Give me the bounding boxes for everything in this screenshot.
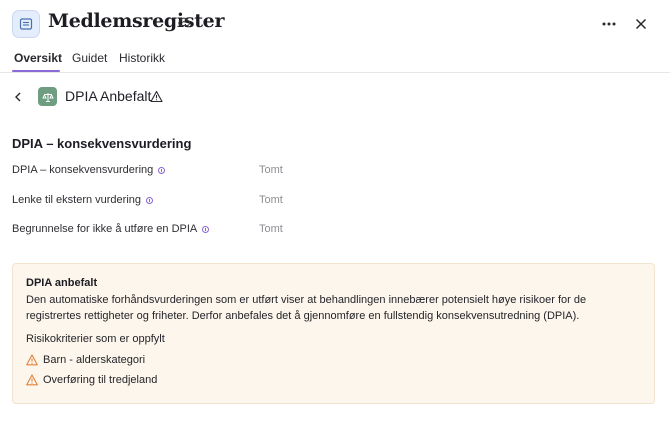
more-horizontal-icon xyxy=(602,22,616,26)
field-row-justification: Begrunnelse for ikke å utføre en DPIA To… xyxy=(0,223,670,241)
chevron-left-icon xyxy=(15,92,21,102)
more-options-button[interactable] xyxy=(598,14,620,34)
criteria-title: Risikokriterier som er oppfylt xyxy=(26,333,165,345)
field-value-justification[interactable]: Tomt xyxy=(259,223,283,235)
tab-guidet[interactable]: Guidet xyxy=(72,51,107,65)
field-value-dpia[interactable]: Tomt xyxy=(259,164,283,176)
close-button[interactable] xyxy=(631,14,651,34)
field-label: DPIA – konsekvensvurdering xyxy=(12,164,166,176)
cloud-sync-icon xyxy=(177,15,193,31)
field-label-text: Begrunnelse for ikke å utføre en DPIA xyxy=(12,223,198,235)
info-icon[interactable] xyxy=(202,225,210,233)
field-label: Begrunnelse for ikke å utføre en DPIA xyxy=(12,223,210,235)
dpia-recommendation-callout: DPIA anbefalt Den automatiske forhåndsvu… xyxy=(12,263,655,404)
active-tab-indicator xyxy=(12,70,60,72)
callout-title: DPIA anbefalt xyxy=(26,277,98,289)
field-label-text: Lenke til ekstern vurdering xyxy=(12,194,142,206)
criteria-item: Barn - alderskategori xyxy=(26,354,145,366)
field-value-external-link[interactable]: Tomt xyxy=(259,194,283,206)
record-title: DPIA Anbefalt xyxy=(65,88,152,104)
field-row-dpia: DPIA – konsekvensvurdering Tomt xyxy=(0,164,670,182)
warning-icon xyxy=(150,90,163,103)
header: Medlemsregister xyxy=(0,0,670,46)
scale-icon xyxy=(38,87,57,106)
field-row-external-link: Lenke til ekstern vurdering Tomt xyxy=(0,194,670,212)
back-button[interactable] xyxy=(10,88,26,106)
info-icon[interactable] xyxy=(158,166,166,174)
section-title: DPIA – konsekvensvurdering xyxy=(12,136,192,151)
criteria-item: Overføring til tredjeland xyxy=(26,374,157,386)
callout-text: Den automatiske forhåndsvurderingen som … xyxy=(26,294,587,322)
field-label: Lenke til ekstern vurdering xyxy=(12,194,154,206)
warning-icon xyxy=(26,374,38,386)
tab-bar: Oversikt Guidet Historikk xyxy=(0,46,670,73)
tab-oversikt[interactable]: Oversikt xyxy=(14,51,62,65)
info-icon[interactable] xyxy=(146,196,154,204)
tab-historikk[interactable]: Historikk xyxy=(119,51,165,65)
warning-icon xyxy=(26,354,38,366)
list-icon xyxy=(12,10,40,38)
criteria-label: Barn - alderskategori xyxy=(43,354,146,366)
field-label-text: DPIA – konsekvensvurdering xyxy=(12,164,154,176)
breadcrumb: DPIA Anbefalt xyxy=(0,84,670,110)
close-icon xyxy=(635,18,647,30)
page-title: Medlemsregister xyxy=(48,10,225,32)
criteria-label: Overføring til tredjeland xyxy=(43,374,158,386)
